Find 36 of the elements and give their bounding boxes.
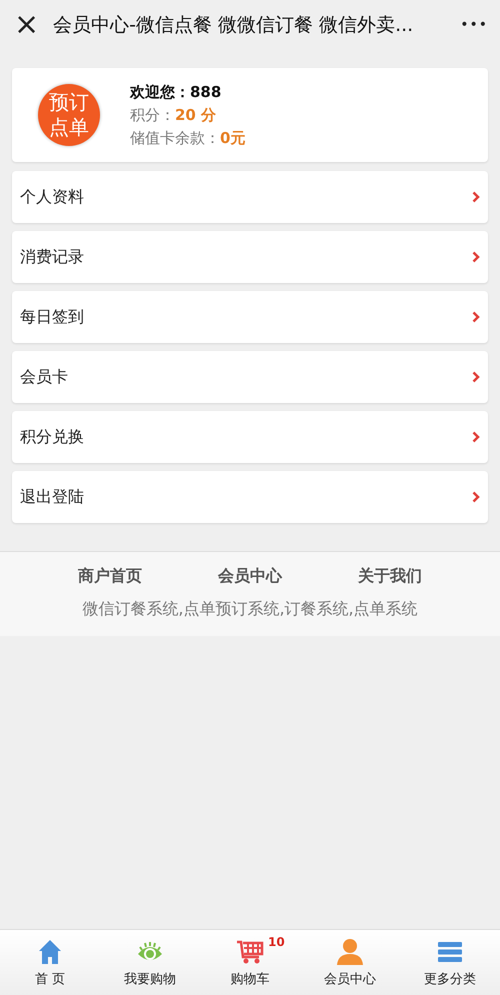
points-label: 积分：: [130, 106, 175, 124]
logo: 预订 点单: [38, 84, 100, 146]
chevron-right-icon: [472, 251, 480, 263]
chevron-right-icon: [472, 491, 480, 503]
chevron-right-icon: [472, 431, 480, 443]
menu-item[interactable]: 消费记录: [12, 231, 488, 283]
menu-item[interactable]: 个人资料: [12, 171, 488, 223]
footer-link[interactable]: 会员中心: [218, 566, 282, 587]
menu-item[interactable]: 会员卡: [12, 351, 488, 403]
tab-item[interactable]: 更多分类: [400, 930, 500, 995]
balance-value: 0元: [220, 128, 246, 148]
chevron-right-icon: [472, 191, 480, 203]
menu-icon: [438, 940, 462, 962]
close-button[interactable]: ×: [14, 10, 40, 40]
home-icon: [38, 938, 62, 964]
tab-item[interactable]: 10 购物车: [200, 930, 300, 995]
tab-item[interactable]: 会员中心: [300, 930, 400, 995]
page-title: 会员中心-微信点餐 微微信订餐 微信外卖...: [53, 13, 414, 38]
keywords-text: 微信订餐系统,点单预订系统,订餐系统,点单系统: [82, 599, 418, 620]
tab-item[interactable]: 首 页: [0, 930, 100, 995]
menu-item[interactable]: 积分兑换: [12, 411, 488, 463]
footer-link[interactable]: 商户首页: [78, 566, 142, 587]
user-icon: [336, 938, 364, 966]
menu-item[interactable]: 退出登陆: [12, 471, 488, 523]
chevron-right-icon: [472, 311, 480, 323]
welcome-label: 欢迎您：: [130, 82, 190, 102]
footer-link[interactable]: 关于我们: [358, 566, 422, 587]
chevron-right-icon: [472, 371, 480, 383]
tab-item[interactable]: 我要购物: [100, 930, 200, 995]
cart-count: 10: [268, 934, 285, 948]
cart-icon: [236, 938, 264, 964]
menu-item[interactable]: 每日签到: [12, 291, 488, 343]
username: 888: [190, 82, 222, 102]
balance-label: 储值卡余款：: [130, 128, 220, 148]
more-button[interactable]: •••: [460, 17, 488, 33]
points-value: 20 分: [175, 106, 216, 124]
